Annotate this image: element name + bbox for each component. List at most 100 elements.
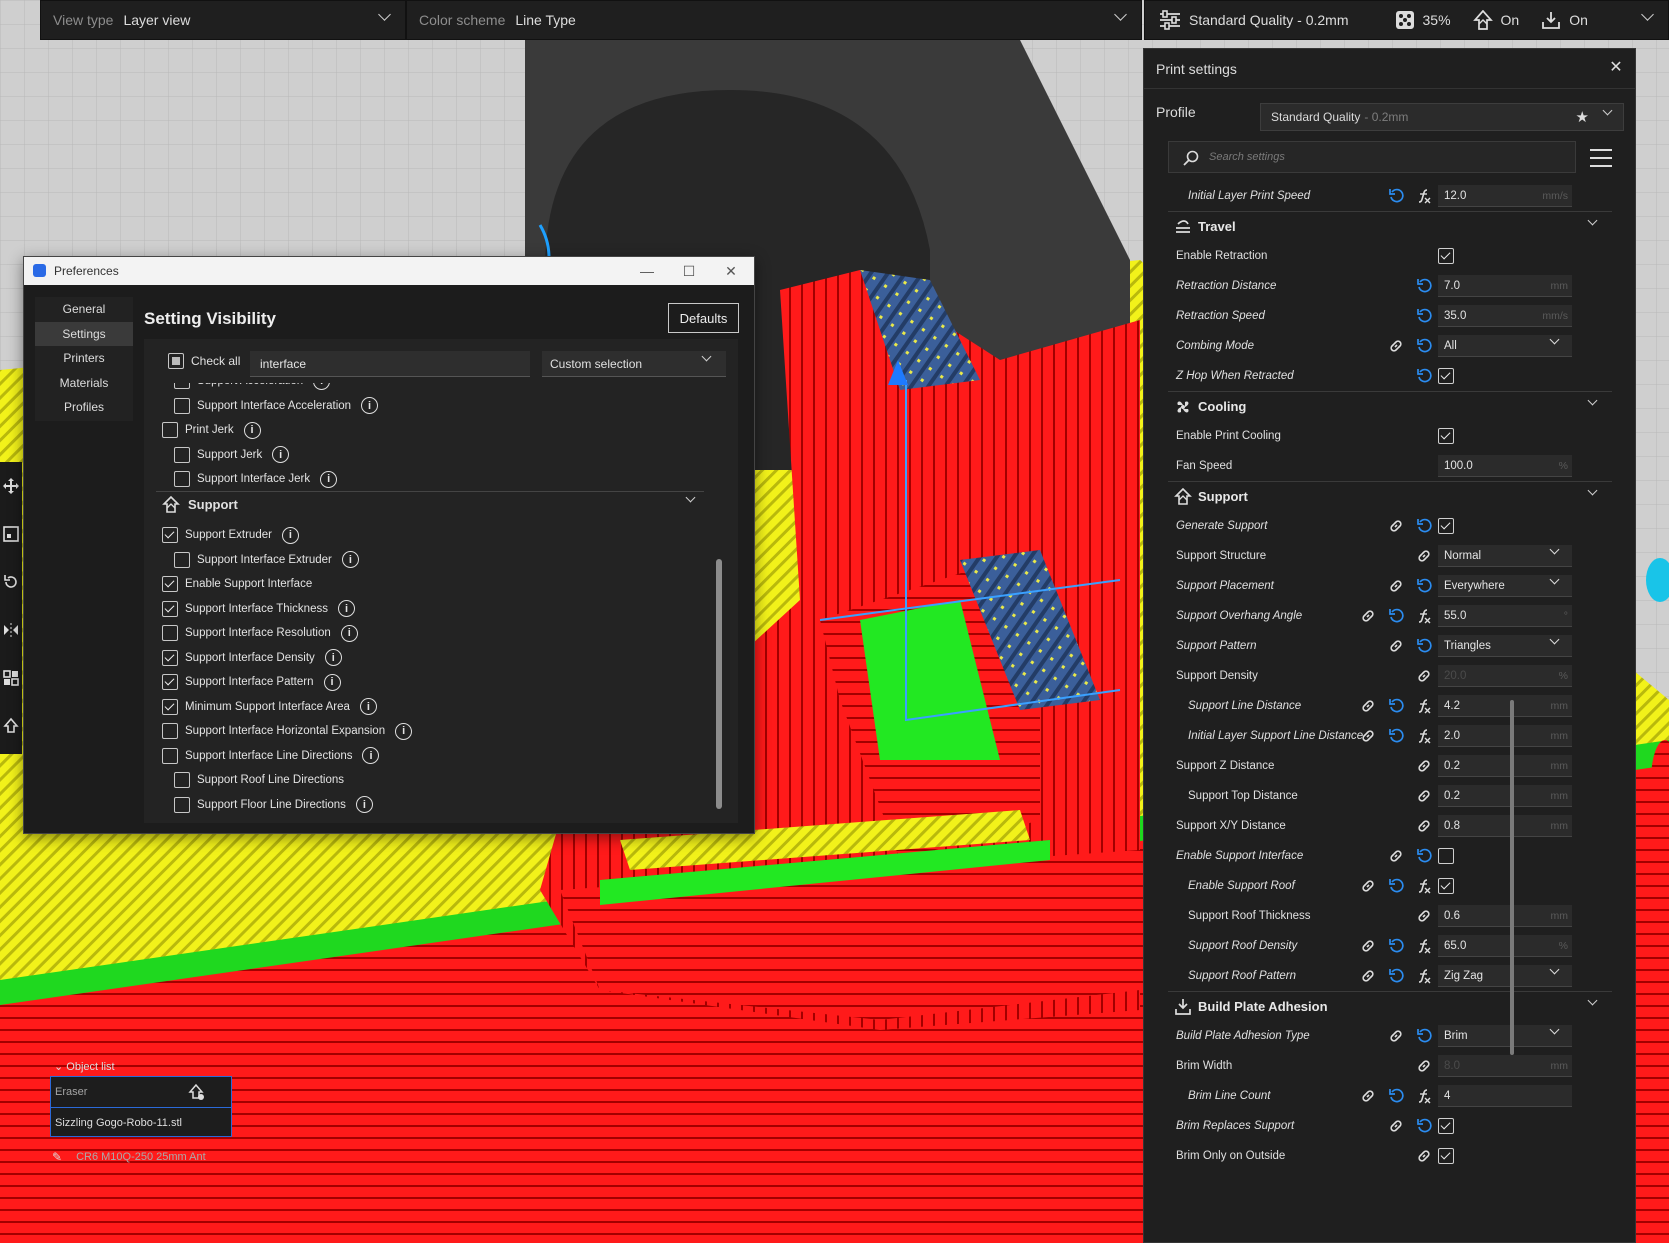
- visibility-item[interactable]: Support Interface Extruder i: [174, 548, 359, 573]
- category-travel[interactable]: Travel: [1168, 211, 1612, 241]
- visibility-item[interactable]: Support Roof Line Directions: [174, 768, 344, 793]
- visibility-checkbox[interactable]: [162, 723, 178, 740]
- visibility-checkbox[interactable]: [174, 446, 190, 463]
- setting-input[interactable]: 8.0 mm: [1438, 1055, 1572, 1077]
- close-icon[interactable]: ✕: [1607, 59, 1625, 77]
- function-icon[interactable]: [1416, 188, 1432, 204]
- function-icon[interactable]: [1416, 728, 1432, 744]
- setting-dropdown[interactable]: Brim: [1438, 1024, 1572, 1047]
- visibility-checkbox[interactable]: [174, 796, 190, 813]
- reset-icon[interactable]: [1416, 338, 1432, 354]
- setting-checkbox[interactable]: [1438, 848, 1454, 864]
- color-scheme-selector[interactable]: Color scheme Line Type: [406, 0, 1142, 40]
- scale-tool-icon[interactable]: [0, 510, 22, 558]
- setting-checkbox[interactable]: [1438, 518, 1454, 534]
- setting-dropdown[interactable]: Normal: [1438, 544, 1572, 567]
- visibility-item[interactable]: Support Interface Resolution i: [162, 621, 358, 646]
- info-icon[interactable]: i: [281, 526, 299, 544]
- move-tool-icon[interactable]: [0, 462, 22, 510]
- setting-checkbox[interactable]: [1438, 1118, 1454, 1134]
- reset-icon[interactable]: [1416, 848, 1432, 864]
- settings-scrollbar[interactable]: [1510, 700, 1514, 1055]
- visibility-item[interactable]: Support Interface Jerk i: [174, 467, 338, 492]
- setting-input[interactable]: 55.0 °: [1438, 605, 1572, 627]
- visibility-checkbox[interactable]: [174, 397, 190, 414]
- visibility-checkbox[interactable]: [174, 772, 190, 789]
- visibility-item[interactable]: Support Jerk i: [174, 443, 290, 468]
- visibility-checkbox[interactable]: [174, 551, 190, 568]
- visibility-item[interactable]: Support Interface Line Directions i: [162, 744, 380, 769]
- setting-input[interactable]: 0.8 mm: [1438, 815, 1572, 837]
- nav-general[interactable]: General: [35, 297, 133, 322]
- function-icon[interactable]: [1416, 878, 1432, 894]
- reset-icon[interactable]: [1388, 938, 1404, 954]
- info-icon[interactable]: i: [361, 397, 379, 415]
- reset-icon[interactable]: [1416, 518, 1432, 534]
- reset-icon[interactable]: [1388, 608, 1404, 624]
- function-icon[interactable]: [1416, 968, 1432, 984]
- info-icon[interactable]: i: [362, 747, 380, 765]
- print-settings-summary[interactable]: Standard Quality - 0.2mm 35% On On: [1144, 0, 1669, 40]
- visibility-scrollbar[interactable]: [716, 559, 722, 809]
- setting-dropdown[interactable]: Everywhere: [1438, 574, 1572, 597]
- hamburger-menu-icon[interactable]: [1590, 149, 1612, 167]
- visibility-item[interactable]: Support Floor Line Directions i: [174, 793, 373, 818]
- info-icon[interactable]: i: [320, 470, 338, 488]
- visibility-checkbox[interactable]: [162, 747, 178, 764]
- nav-profiles[interactable]: Profiles: [35, 395, 133, 420]
- setting-checkbox[interactable]: [1438, 878, 1454, 894]
- category-build-plate-adhesion[interactable]: Build Plate Adhesion: [1168, 991, 1612, 1021]
- visibility-checkbox[interactable]: [174, 471, 190, 488]
- visibility-checkbox[interactable]: [162, 649, 178, 666]
- setting-input[interactable]: 35.0 mm/s: [1438, 305, 1572, 327]
- visibility-item[interactable]: Support Interface Acceleration i: [174, 394, 379, 419]
- search-settings-input[interactable]: Search settings: [1168, 141, 1576, 173]
- object-item-eraser[interactable]: Eraser: [51, 1077, 231, 1107]
- nav-printers[interactable]: Printers: [35, 346, 133, 371]
- visibility-item[interactable]: Minimum Support Interface Area i: [162, 695, 377, 720]
- filter-input[interactable]: interface: [250, 351, 530, 377]
- reset-icon[interactable]: [1416, 578, 1432, 594]
- visibility-item[interactable]: Support Interface Horizontal Expansion i: [162, 719, 413, 744]
- setting-input[interactable]: 0.2 mm: [1438, 755, 1572, 777]
- info-icon[interactable]: i: [355, 796, 373, 814]
- nav-materials[interactable]: Materials: [35, 371, 133, 396]
- reset-icon[interactable]: [1416, 1028, 1432, 1044]
- close-icon[interactable]: ✕: [710, 257, 752, 285]
- info-icon[interactable]: i: [340, 624, 358, 642]
- visibility-item[interactable]: Enable Support Interface: [162, 572, 312, 597]
- reset-icon[interactable]: [1388, 968, 1404, 984]
- visibility-item[interactable]: Support Extruder i: [162, 523, 299, 548]
- setting-checkbox[interactable]: [1438, 1148, 1454, 1164]
- profile-selector[interactable]: Standard Quality - 0.2mm ★: [1260, 103, 1624, 131]
- support-blocker-icon[interactable]: [0, 702, 22, 750]
- setting-input[interactable]: 7.0 mm: [1438, 275, 1572, 297]
- maximize-icon[interactable]: ☐: [668, 257, 710, 285]
- object-item-model[interactable]: Sizzling Gogo-Robo-11.stl: [51, 1107, 231, 1137]
- setting-input[interactable]: 100.0%: [1438, 455, 1572, 477]
- reset-icon[interactable]: [1416, 638, 1432, 654]
- reset-icon[interactable]: [1416, 278, 1432, 294]
- support-category-header[interactable]: Support: [156, 491, 704, 517]
- setting-input[interactable]: 4: [1438, 1085, 1572, 1107]
- category-support[interactable]: Support: [1168, 481, 1612, 511]
- nav-settings[interactable]: Settings: [35, 321, 133, 346]
- setting-checkbox[interactable]: [1438, 248, 1454, 264]
- object-list-header[interactable]: ⌄ Object list: [54, 1060, 115, 1073]
- info-icon[interactable]: i: [341, 551, 359, 569]
- info-icon[interactable]: i: [243, 421, 261, 439]
- visibility-checkbox[interactable]: [162, 576, 178, 593]
- info-icon[interactable]: i: [272, 446, 290, 464]
- visibility-checkbox[interactable]: [162, 527, 178, 544]
- minimize-icon[interactable]: —: [626, 257, 668, 285]
- setting-input[interactable]: 65.0%: [1438, 935, 1572, 957]
- mirror-tool-icon[interactable]: [0, 606, 22, 654]
- check-all-checkbox[interactable]: Check all: [168, 353, 240, 369]
- visibility-item[interactable]: Support Acceleration i: [174, 383, 331, 394]
- visibility-item[interactable]: Support Interface Pattern i: [162, 670, 341, 695]
- setting-input[interactable]: 4.2 mm: [1438, 695, 1572, 717]
- function-icon[interactable]: [1416, 938, 1432, 954]
- setting-input[interactable]: 0.2 mm: [1438, 785, 1572, 807]
- setting-input[interactable]: 2.0 mm: [1438, 725, 1572, 747]
- reset-icon[interactable]: [1416, 1118, 1432, 1134]
